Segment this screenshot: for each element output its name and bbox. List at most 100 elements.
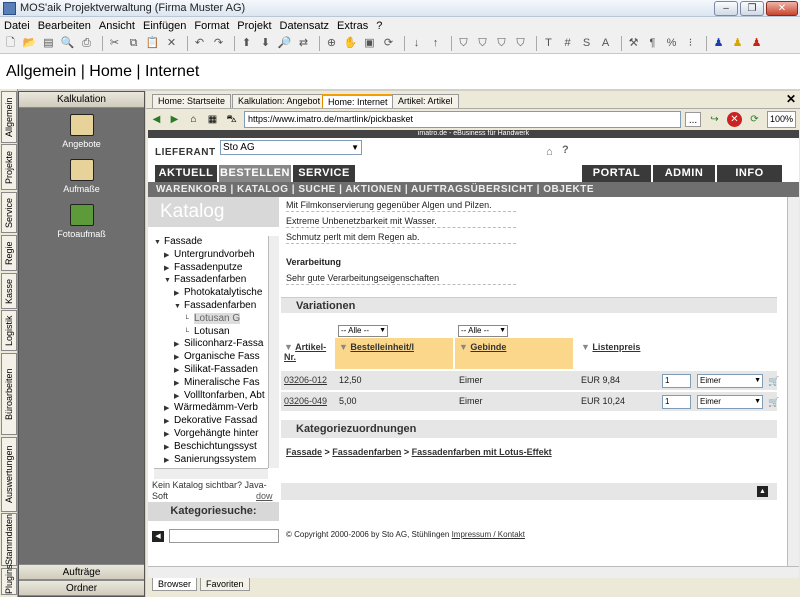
tree-horizontal-scrollbar[interactable] xyxy=(154,468,268,479)
vtab-stammdaten[interactable]: Stammdaten xyxy=(1,513,17,566)
calc-icon[interactable]: ▣ xyxy=(362,36,377,51)
tree-item[interactable]: ▶ Fassadenputze xyxy=(164,262,242,274)
vtab-logistik[interactable]: Logistik xyxy=(1,310,17,351)
menu-item[interactable]: Format xyxy=(194,20,229,32)
collapsed-arrow-icon[interactable]: ▶ xyxy=(174,391,184,403)
cut-icon[interactable]: ✂ xyxy=(107,36,122,51)
menu-item[interactable]: Einfügen xyxy=(143,20,186,32)
tree-item[interactable]: ▶ Mineralische Fas xyxy=(174,377,260,389)
collapsed-arrow-icon[interactable]: ▶ xyxy=(174,288,184,300)
open-icon[interactable]: 📂 xyxy=(22,36,37,51)
leaf-line-icon[interactable]: └ xyxy=(184,314,194,326)
page-horizontal-scrollbar[interactable] xyxy=(148,566,799,578)
tree-item[interactable]: ▶ Sanierungssystem xyxy=(164,454,256,466)
collapsed-arrow-icon[interactable]: ▶ xyxy=(164,416,174,428)
menu-item[interactable]: ? xyxy=(376,20,382,32)
breadcrumb-fassadenfarben[interactable]: Fassadenfarben xyxy=(332,447,401,457)
angebote-item[interactable]: Angebote xyxy=(19,114,144,149)
maximize-button[interactable]: ❐ xyxy=(740,1,764,16)
nav-portal[interactable]: PORTAL xyxy=(582,165,651,182)
artikel-nr-link[interactable]: 03206-049 xyxy=(284,392,327,411)
download-link[interactable]: dow xyxy=(256,491,273,501)
add-to-cart-icon[interactable]: 🛒 xyxy=(768,375,780,387)
stop-icon[interactable]: ✕ xyxy=(727,112,742,127)
artikel-link[interactable]: 03206-012 xyxy=(284,375,327,385)
tree-item[interactable]: └ Lotusan G xyxy=(184,312,241,326)
add-to-cart-icon[interactable]: 🛒 xyxy=(768,396,780,408)
artikel-link[interactable]: 03206-049 xyxy=(284,396,327,406)
breadcrumb-fassade[interactable]: Fassade xyxy=(286,447,322,457)
refresh-icon[interactable]: ⟳ xyxy=(381,36,396,51)
tree-item[interactable]: ▶ Vorgehängte hinter xyxy=(164,428,259,440)
unit-select[interactable]: Eimer ▼ xyxy=(697,374,763,388)
unit-select[interactable]: Eimer ▼ xyxy=(697,395,763,409)
vtab-projekte[interactable]: Projekte xyxy=(1,144,17,190)
filter-bestelleinheit[interactable]: -- Alle -- ▼ xyxy=(338,325,388,337)
artikel-nr-link[interactable]: 03206-012 xyxy=(284,371,327,390)
nav-aktuell[interactable]: AKTUELL xyxy=(155,165,217,182)
vtab-regie[interactable]: Regie xyxy=(1,235,17,271)
search-arrow-icon[interactable]: ◀ xyxy=(152,531,164,542)
tree-vertical-scrollbar[interactable] xyxy=(268,236,279,468)
collapsed-arrow-icon[interactable]: ▶ xyxy=(174,339,184,351)
collapsed-arrow-icon[interactable]: ▶ xyxy=(164,442,174,454)
expanded-arrow-icon[interactable]: ▼ xyxy=(154,237,164,249)
menu-item[interactable]: Projekt xyxy=(237,20,271,32)
close-tab-icon[interactable]: ✕ xyxy=(786,92,796,106)
vtab-kasse[interactable]: Kasse xyxy=(1,273,17,309)
home-icon[interactable]: ⌂ xyxy=(186,112,201,127)
tab-favoriten[interactable]: Favoriten xyxy=(200,578,250,591)
up-icon[interactable]: ⬆ xyxy=(239,36,254,51)
tree-item[interactable]: ▶ Wärmedämm-Verb xyxy=(164,402,258,414)
tree-item[interactable]: ▶ Organische Fass xyxy=(174,351,260,363)
filter-gebinde[interactable]: -- Alle -- ▼ xyxy=(458,325,508,337)
collapsed-arrow-icon[interactable]: ▶ xyxy=(164,403,174,415)
collapsed-arrow-icon[interactable]: ▶ xyxy=(174,378,184,390)
paste-icon[interactable]: 📋 xyxy=(145,36,160,51)
down-icon[interactable]: ⬇ xyxy=(258,36,273,51)
redo-icon[interactable]: ↷ xyxy=(211,36,226,51)
breadcrumb-lotus[interactable]: Fassadenfarben mit Lotus-Effekt xyxy=(412,447,552,457)
impressum-link[interactable]: Impressum / Kontakt xyxy=(452,530,525,539)
tree-item[interactable]: └ Lotusan xyxy=(184,326,230,338)
filter-icon[interactable]: ⛉ xyxy=(456,36,471,51)
url-browse-button[interactable]: ... xyxy=(685,112,701,127)
s-icon[interactable]: S xyxy=(579,36,594,51)
nav-bestellen[interactable]: BESTELLEN xyxy=(219,165,291,182)
forward-icon[interactable]: ▶ xyxy=(167,112,182,127)
menu-item[interactable]: Ansicht xyxy=(99,20,135,32)
refresh-icon[interactable]: ⟳ xyxy=(747,112,762,127)
tab-angebot[interactable]: Kalkulation: Angebot xyxy=(232,94,327,108)
vtab-service[interactable]: Service xyxy=(1,192,17,233)
delete-icon[interactable]: ✕ xyxy=(164,36,179,51)
col-listenpreis[interactable]: ▼ Listenpreis xyxy=(577,338,647,369)
replace-icon[interactable]: ⇄ xyxy=(296,36,311,51)
col-gebinde[interactable]: ▼ Gebinde xyxy=(455,338,573,369)
zoom-icon[interactable]: ⊕ xyxy=(324,36,339,51)
menu-item[interactable]: Datei xyxy=(4,20,30,32)
nav-info[interactable]: INFO xyxy=(717,165,782,182)
vtab-allgemein[interactable]: Allgemein xyxy=(1,91,17,143)
pan-icon[interactable]: ✋ xyxy=(343,36,358,51)
tree-item[interactable]: ▶ Siliconharz-Fassa xyxy=(174,338,263,350)
collapsed-arrow-icon[interactable]: ▶ xyxy=(164,263,174,275)
tab-startseite[interactable]: Home: Startseite xyxy=(152,94,232,108)
tab-internet[interactable]: Home: Internet xyxy=(322,94,394,108)
url-input[interactable]: https://www.imatro.de/martlink/pickbaske… xyxy=(244,111,681,128)
vtab-plugins[interactable]: Plugins xyxy=(1,564,17,595)
tool-icon[interactable]: ⚒ xyxy=(626,36,641,51)
minimize-button[interactable]: – xyxy=(714,1,738,16)
tree-item[interactable]: ▼ Fassade xyxy=(154,236,202,248)
filter4-icon[interactable]: ⛉ xyxy=(513,36,528,51)
save-icon[interactable]: ▤ xyxy=(41,36,56,51)
a-icon[interactable]: A xyxy=(598,36,613,51)
copy-icon[interactable]: ⧉ xyxy=(126,36,141,51)
cart-icon[interactable]: ⛍ xyxy=(224,112,239,127)
find-icon[interactable]: 🔎 xyxy=(277,36,292,51)
vtab-büroarbeiten[interactable]: Büroarbeiten xyxy=(1,353,17,435)
user-yellow-icon[interactable]: ♟ xyxy=(730,36,745,51)
tab-browser[interactable]: Browser xyxy=(152,578,198,591)
collapsed-arrow-icon[interactable]: ▶ xyxy=(164,455,174,467)
close-button[interactable]: ✕ xyxy=(766,1,798,16)
number-icon[interactable]: ⁝ xyxy=(683,36,698,51)
